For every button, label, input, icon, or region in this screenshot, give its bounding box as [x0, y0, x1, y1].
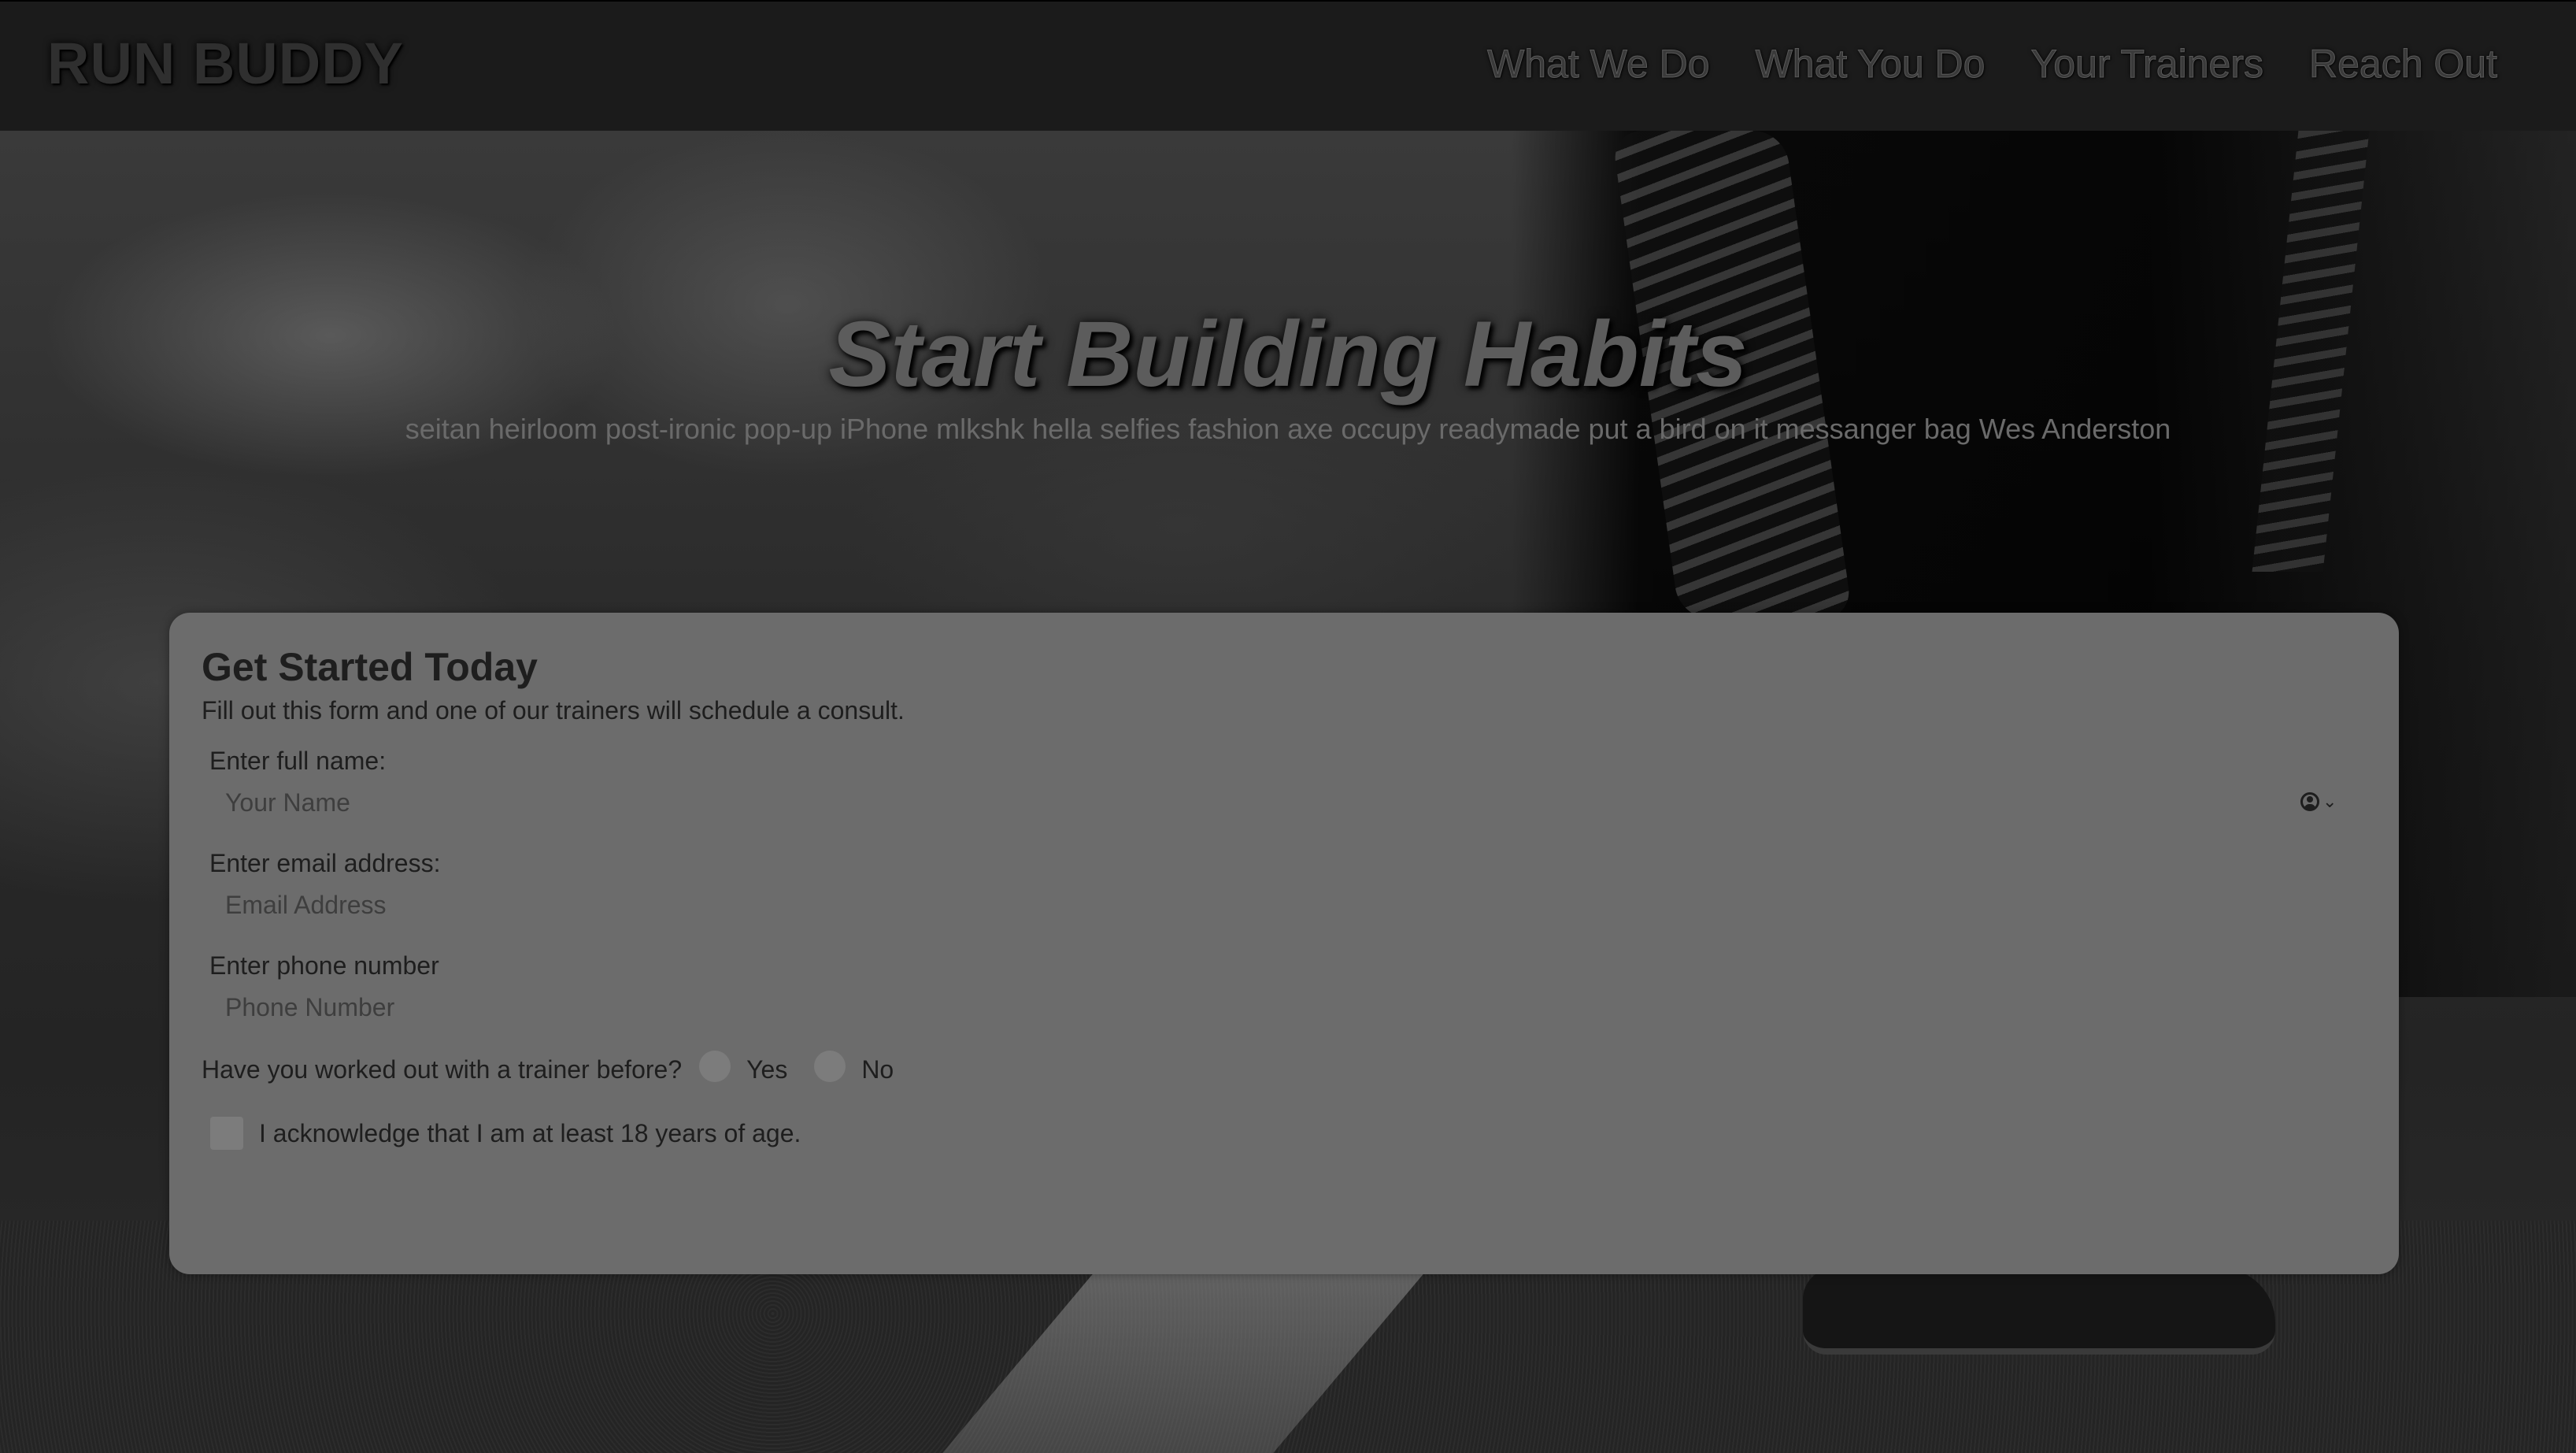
- name-input[interactable]: [209, 783, 2367, 822]
- radio-no-label: No: [861, 1055, 894, 1084]
- hero-subtitle: seitan heirloom post-ironic pop-up iPhon…: [405, 413, 2171, 445]
- phone-input[interactable]: [209, 988, 2367, 1027]
- person-circle-icon: [2300, 792, 2319, 811]
- radio-no[interactable]: [814, 1051, 846, 1082]
- radio-yes[interactable]: [699, 1051, 731, 1082]
- email-label: Enter email address:: [209, 849, 441, 877]
- nav-link-what-you-do[interactable]: What You Do: [1755, 41, 1986, 87]
- form-title: Get Started Today: [202, 645, 538, 689]
- main-nav: What We Do What You Do Your Trainers Rea…: [1487, 41, 2498, 87]
- chevron-down-icon: ⌄: [2322, 791, 2337, 811]
- nav-link-what-we-do[interactable]: What We Do: [1487, 41, 1710, 87]
- trainer-question-label: Have you worked out with a trainer befor…: [202, 1055, 683, 1084]
- autofill-contact-icon[interactable]: ⌄: [2300, 789, 2341, 814]
- nav-link-reach-out[interactable]: Reach Out: [2308, 41, 2497, 87]
- form-description: Fill out this form and one of our traine…: [202, 696, 905, 725]
- nav-link-your-trainers[interactable]: Your Trainers: [2030, 41, 2264, 87]
- page: RUN BUDDY What We Do What You Do Your Tr…: [0, 0, 2576, 1453]
- age-checkbox[interactable]: [210, 1117, 243, 1150]
- trainer-question-row: Have you worked out with a trainer befor…: [202, 1051, 894, 1085]
- site-logo[interactable]: RUN BUDDY: [47, 30, 404, 97]
- running-shoe: [1803, 1268, 2275, 1355]
- phone-label: Enter phone number: [209, 951, 439, 980]
- name-label: Enter full name:: [209, 747, 387, 775]
- get-started-form: Get Started Today Fill out this form and…: [169, 613, 2399, 1274]
- site-header: RUN BUDDY What We Do What You Do Your Tr…: [0, 0, 2576, 131]
- age-acknowledge-row: I acknowledge that I am at least 18 year…: [210, 1117, 801, 1150]
- email-input[interactable]: [209, 885, 2367, 925]
- radio-yes-label: Yes: [746, 1055, 788, 1084]
- hero-title: Start Building Habits: [828, 302, 1748, 406]
- age-checkbox-label: I acknowledge that I am at least 18 year…: [259, 1118, 801, 1147]
